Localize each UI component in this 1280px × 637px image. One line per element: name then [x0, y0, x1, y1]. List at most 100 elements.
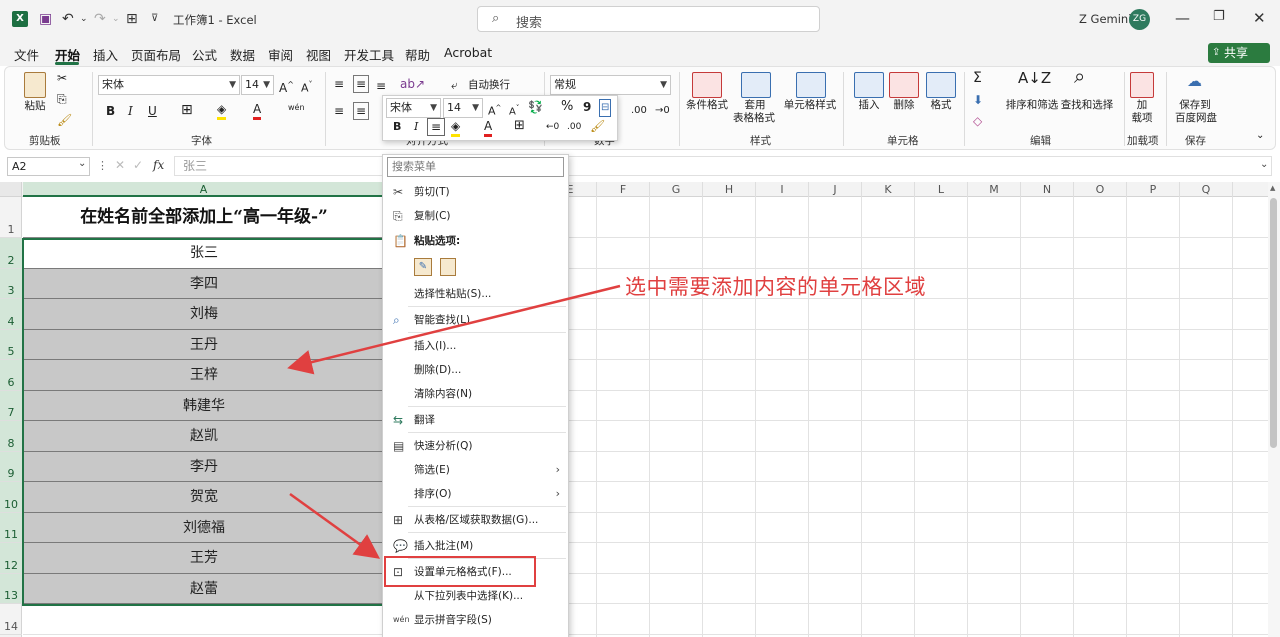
close-icon[interactable]: ✕: [1253, 9, 1266, 27]
menu-item-translate[interactable]: ⇆ 翻译: [383, 409, 568, 431]
bold-icon[interactable]: B: [106, 103, 115, 119]
menu-item-sort[interactable]: 排序(O) ›: [383, 483, 568, 505]
minimize-icon[interactable]: —: [1175, 9, 1190, 27]
addins-button-line1[interactable]: 加: [1130, 99, 1154, 111]
column-header-m[interactable]: M: [968, 182, 1021, 197]
row-header-3[interactable]: 3: [0, 269, 22, 299]
select-all-corner[interactable]: [0, 182, 22, 197]
menu-item-insert-comment[interactable]: 💬 插入批注(M): [383, 535, 568, 557]
cell-grid[interactable]: 在姓名前全部添加上“高一年级-” 张三 李四 刘梅 王丹 王梓 韩建华 赵凯 李丹 贺宽 刘德福 王芳…: [23, 197, 1268, 637]
format-painter-icon[interactable]: 🖌: [57, 112, 72, 128]
underline-icon[interactable]: U: [148, 103, 157, 119]
redo-dropdown-icon[interactable]: ⌄: [112, 11, 120, 27]
align-middle-icon[interactable]: ≡: [353, 75, 370, 93]
row-header-7[interactable]: 7: [0, 391, 22, 421]
row-header-5[interactable]: 5: [0, 330, 22, 360]
table-format-button-line1[interactable]: 套用: [735, 99, 775, 111]
share-button[interactable]: 共享 ⇪: [1208, 43, 1270, 63]
collapse-ribbon-icon[interactable]: ⌄: [1256, 128, 1264, 144]
cell-style-button[interactable]: 单元格样式: [782, 99, 838, 111]
tab-insert[interactable]: 插入: [93, 45, 118, 64]
mini-decrease-decimal-icon[interactable]: .00: [567, 119, 581, 135]
menu-item-show-pinyin[interactable]: wén 显示拼音字段(S): [383, 609, 568, 631]
mini-grow-font-icon[interactable]: A^: [488, 100, 501, 120]
restore-icon[interactable]: ❐: [1213, 9, 1225, 24]
name-cell[interactable]: 李四: [23, 269, 385, 299]
menu-search-input[interactable]: 搜索菜单: [387, 157, 564, 177]
row-header-10[interactable]: 10: [0, 482, 22, 513]
row-header-8[interactable]: 8: [0, 421, 22, 452]
align-bottom-icon[interactable]: ≡: [376, 78, 386, 94]
mini-font-color-icon[interactable]: A: [484, 118, 493, 137]
menu-item-copy[interactable]: ⎘ 复制(C): [383, 205, 568, 227]
table-format-button-line2[interactable]: 表格格式: [728, 112, 780, 124]
name-cell[interactable]: 赵蕾: [23, 574, 385, 604]
find-select-button[interactable]: 查找和选择: [1059, 99, 1115, 111]
menu-item-clear[interactable]: 清除内容(N): [383, 383, 568, 405]
undo-dropdown-icon[interactable]: ⌄: [80, 11, 88, 27]
row-header-2[interactable]: 2: [0, 238, 22, 269]
row-header-4[interactable]: 4: [0, 299, 22, 330]
format-cells-button[interactable]: 格式: [924, 99, 958, 111]
fill-icon[interactable]: ⬇: [973, 92, 983, 108]
paste-values-icon[interactable]: [440, 258, 456, 276]
menu-item-pick-from-list[interactable]: 从下拉列表中选择(K)...: [383, 585, 568, 607]
mini-comma-icon[interactable]: 9: [583, 99, 591, 115]
border-icon[interactable]: ⊞: [181, 102, 193, 118]
mini-fill-color-icon[interactable]: ◈: [451, 118, 461, 137]
mini-align-center-icon[interactable]: ≡: [427, 118, 446, 136]
save-icon[interactable]: ▣: [39, 11, 52, 27]
mini-italic-icon[interactable]: I: [414, 119, 418, 135]
menu-item-paste-special[interactable]: 选择性粘贴(S)...: [383, 283, 568, 305]
save-to-baidu-line1[interactable]: 保存到: [1173, 99, 1217, 111]
mini-percent-icon[interactable]: %: [561, 99, 573, 115]
tab-file[interactable]: 文件: [14, 45, 39, 64]
form-icon[interactable]: ⊞: [126, 11, 138, 27]
shrink-font-icon[interactable]: A˅: [301, 77, 313, 97]
row-header-6[interactable]: 6: [0, 360, 22, 391]
paste-button[interactable]: 粘贴: [18, 100, 52, 112]
number-format-combo[interactable]: 常规 ▼: [550, 75, 671, 95]
row-header-13[interactable]: 13: [0, 574, 22, 604]
column-header-a[interactable]: A: [23, 182, 385, 197]
user-name[interactable]: Z Gemini: [1079, 12, 1131, 26]
name-box-dropdown-icon[interactable]: ⌄: [78, 158, 86, 169]
addins-button-line2[interactable]: 载项: [1126, 112, 1158, 124]
save-to-baidu-line2[interactable]: 百度网盘: [1173, 112, 1219, 124]
search-box[interactable]: ⌕ 搜索: [477, 6, 820, 32]
menu-item-smart-lookup[interactable]: ⌕ 智能查找(L): [383, 309, 568, 331]
cancel-entry-icon[interactable]: ✕: [115, 158, 125, 172]
align-top-icon[interactable]: ≡: [334, 76, 344, 92]
increase-decimal-icon[interactable]: →0: [655, 103, 670, 119]
row-header-9[interactable]: 9: [0, 452, 22, 482]
column-header-i[interactable]: I: [756, 182, 809, 197]
row-header-12[interactable]: 12: [0, 543, 22, 574]
tab-data[interactable]: 数据: [230, 45, 255, 64]
column-header-g[interactable]: G: [650, 182, 703, 197]
menu-item-get-data[interactable]: ⊞ 从表格/区域获取数据(G)...: [383, 509, 568, 531]
grow-font-icon[interactable]: A^: [279, 77, 294, 96]
mini-font-name-combo[interactable]: 宋体 ▼: [386, 98, 441, 118]
name-cell[interactable]: 赵凯: [23, 421, 385, 452]
insert-function-icon[interactable]: fx: [153, 158, 164, 172]
sort-filter-button[interactable]: 排序和筛选: [1004, 99, 1060, 111]
column-header-p[interactable]: P: [1127, 182, 1180, 197]
row-header-11[interactable]: 11: [0, 513, 22, 543]
decrease-decimal-icon[interactable]: .00: [631, 103, 647, 119]
expand-formula-icon[interactable]: ⌄: [1260, 159, 1268, 170]
name-cell[interactable]: 王芳: [23, 543, 385, 574]
align-center-icon[interactable]: ≡: [353, 102, 370, 120]
menu-item-delete[interactable]: 删除(D)...: [383, 359, 568, 381]
menu-item-quick-analysis[interactable]: ▤ 快速分析(Q): [383, 435, 568, 457]
name-cell[interactable]: 刘德福: [23, 513, 385, 543]
autosum-icon[interactable]: Σ: [973, 70, 982, 86]
wrap-text-icon[interactable]: ⤶: [451, 77, 458, 93]
formula-input[interactable]: 张三: [174, 156, 1272, 176]
avatar[interactable]: ZG: [1129, 9, 1150, 30]
pinyin-icon[interactable]: wén: [288, 100, 305, 116]
mini-border-icon[interactable]: ⊞: [514, 118, 525, 134]
confirm-entry-icon[interactable]: ✓: [133, 158, 143, 172]
customize-qat-icon[interactable]: ⊽: [151, 11, 158, 27]
menu-item-cut[interactable]: ✂ 剪切(T): [383, 181, 568, 203]
column-header-l[interactable]: L: [915, 182, 968, 197]
